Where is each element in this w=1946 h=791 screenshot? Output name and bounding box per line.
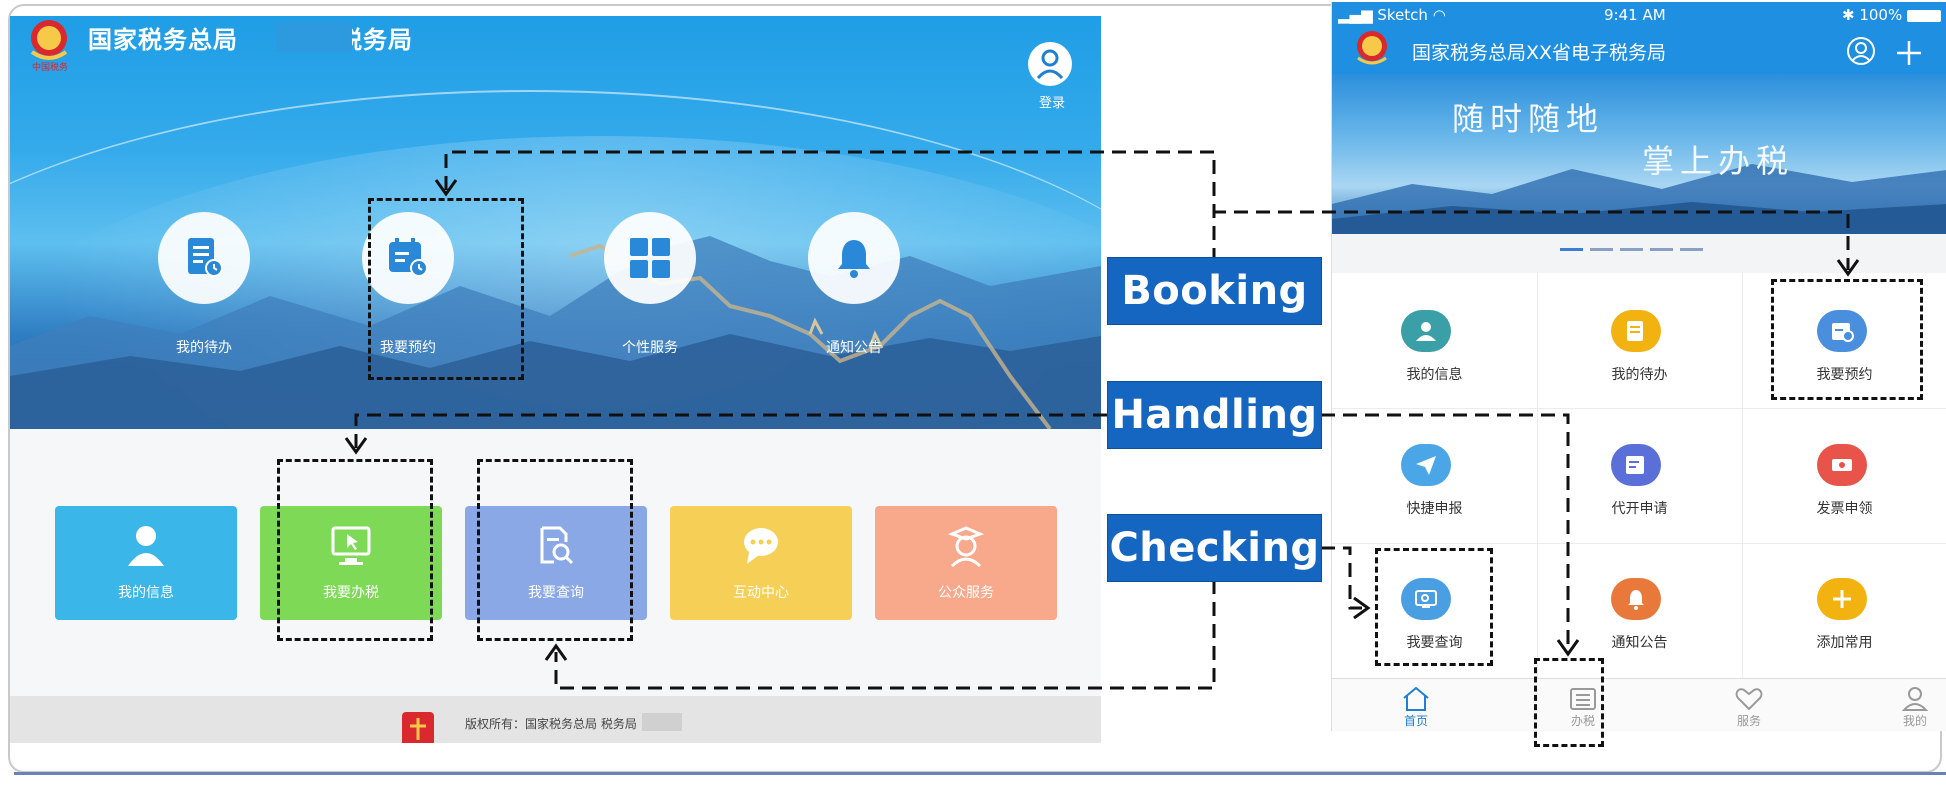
handling-callout: Handling (1108, 382, 1321, 448)
checking-callout: Checking (1108, 515, 1321, 581)
flow-connectors (344, 150, 1860, 690)
booking-callout: Booking (1108, 258, 1321, 324)
